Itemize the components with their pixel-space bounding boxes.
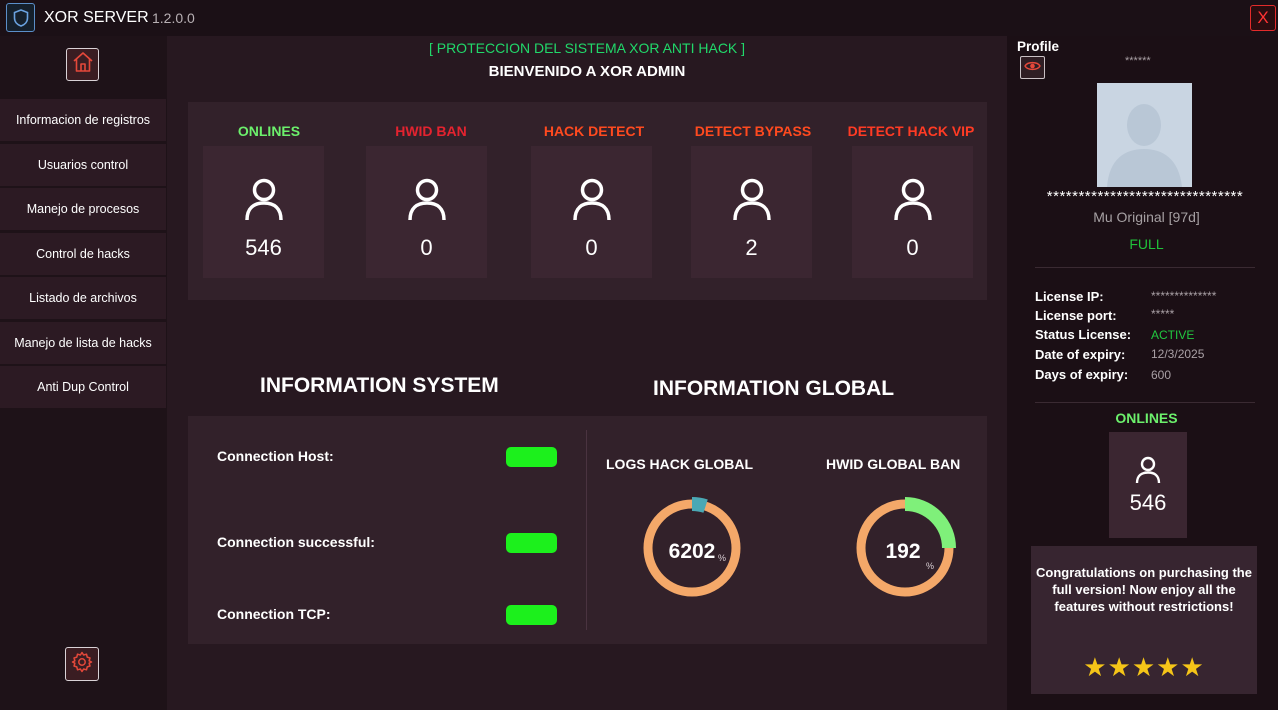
days-of-expiry-value: 600 bbox=[1151, 368, 1172, 382]
divider bbox=[1035, 402, 1255, 403]
main-panel: [ PROTECCION DEL SISTEMA XOR ANTI HACK ]… bbox=[167, 36, 1007, 710]
connection-successful-indicator bbox=[506, 533, 557, 553]
info-panel: Connection Host: Connection successful: … bbox=[188, 416, 987, 644]
sidebar-item-listado-de-archivos[interactable]: Listado de archivos bbox=[0, 277, 166, 319]
page-subtitle: [ PROTECCION DEL SISTEMA XOR ANTI HACK ] bbox=[428, 40, 746, 56]
user-icon bbox=[733, 178, 771, 221]
user-icon bbox=[894, 178, 932, 221]
stat-card-detect-hack-vip: 0 bbox=[852, 146, 973, 278]
sidebar-item-usuarios-control[interactable]: Usuarios control bbox=[0, 144, 166, 186]
masked-username: ****** bbox=[1125, 55, 1151, 67]
days-of-expiry-label: Days of expiry: bbox=[1035, 367, 1129, 382]
title-bar: XOR SERVER 1.2.0.0 X bbox=[0, 0, 1278, 36]
home-button[interactable] bbox=[66, 48, 99, 81]
connection-tcp-indicator bbox=[506, 605, 557, 625]
stat-label-detect-hack-vip: DETECT HACK VIP bbox=[847, 123, 975, 139]
stat-card-detect-bypass: 2 bbox=[691, 146, 812, 278]
onlines-title: ONLINES bbox=[1115, 410, 1178, 426]
connection-host-indicator bbox=[506, 447, 557, 467]
stat-value-onlines: 546 bbox=[245, 235, 282, 260]
status-license-value: ACTIVE bbox=[1151, 328, 1195, 342]
license-ip-label: License IP: bbox=[1035, 289, 1104, 304]
sidebar-item-control-de-hacks[interactable]: Control de hacks bbox=[0, 233, 166, 275]
close-button[interactable]: X bbox=[1250, 5, 1276, 31]
stat-value-detect-hack-vip: 0 bbox=[906, 235, 919, 260]
page-title: BIENVENIDO A XOR ADMIN bbox=[488, 63, 686, 80]
status-license-label: Status License: bbox=[1035, 327, 1132, 342]
user-icon bbox=[245, 178, 283, 221]
user-silhouette-icon bbox=[1097, 83, 1192, 187]
user-icon bbox=[1135, 456, 1161, 484]
divider bbox=[1035, 267, 1255, 268]
app-title: XOR SERVER bbox=[44, 9, 149, 26]
stat-label-hwid-ban: HWID BAN bbox=[395, 123, 467, 139]
sidebar-item-anti-dup-control[interactable]: Anti Dup Control bbox=[0, 366, 166, 408]
user-icon bbox=[408, 178, 446, 221]
plan-badge: FULL bbox=[1129, 236, 1164, 252]
stats-panel: ONLINES 546 HWID BAN 0 HACK DETECT 0 DET… bbox=[188, 102, 987, 300]
stat-card-hwid-ban: 0 bbox=[366, 146, 487, 278]
settings-button[interactable] bbox=[65, 647, 99, 681]
gauge-label-logs-hack-global: LOGS HACK GLOBAL bbox=[606, 456, 753, 472]
date-of-expiry-label: Date of expiry: bbox=[1035, 347, 1126, 362]
stat-value-hwid-ban: 0 bbox=[420, 235, 433, 260]
gauge-value-logs-hack-global: 6202 bbox=[668, 540, 716, 563]
masked-license-key: ******************************* bbox=[1046, 188, 1244, 205]
connection-tcp-label: Connection TCP: bbox=[217, 606, 331, 622]
gauge-value-hwid-global-ban: 192 bbox=[885, 540, 921, 563]
toggle-visibility-button[interactable] bbox=[1020, 56, 1045, 79]
info-system-title: INFORMATION SYSTEM bbox=[260, 374, 499, 397]
profile-heading: Profile bbox=[1017, 39, 1060, 54]
gauge-unit-logs-hack-global: % bbox=[718, 553, 727, 563]
gauge-unit-hwid-global-ban: % bbox=[926, 561, 935, 571]
date-of-expiry-value: 12/3/2025 bbox=[1151, 347, 1205, 361]
app-version: 1.2.0.0 bbox=[152, 10, 195, 26]
stat-label-hack-detect: HACK DETECT bbox=[543, 123, 645, 139]
user-icon bbox=[573, 178, 611, 221]
info-global-title: INFORMATION GLOBAL bbox=[653, 377, 895, 400]
profile-panel: Profile ****** *************************… bbox=[1007, 36, 1278, 710]
license-ip-value: ************** bbox=[1151, 289, 1217, 303]
eye-icon bbox=[1024, 59, 1041, 77]
onlines-value: 546 bbox=[1129, 490, 1167, 515]
gauge-label-hwid-global-ban: HWID GLOBAL BAN bbox=[826, 456, 961, 472]
license-port-value: ***** bbox=[1151, 307, 1175, 321]
gear-icon bbox=[70, 650, 94, 679]
connection-host-label: Connection Host: bbox=[217, 448, 334, 464]
sidebar-item-informacion-de-registros[interactable]: Informacion de registros bbox=[0, 99, 166, 141]
stat-label-onlines: ONLINES bbox=[237, 123, 301, 139]
gauge-fill bbox=[691, 497, 708, 513]
congrats-message: Congratulations on purchasing the full v… bbox=[1036, 565, 1252, 614]
connection-successful-label: Connection successful: bbox=[217, 534, 375, 550]
sidebar: Informacion de registros Usuarios contro… bbox=[0, 36, 167, 710]
home-icon bbox=[71, 50, 95, 79]
star-rating: ★★★★★ bbox=[1083, 652, 1205, 682]
sidebar-item-manejo-de-lista-de-hacks[interactable]: Manejo de lista de hacks bbox=[0, 322, 166, 364]
shield-icon bbox=[6, 3, 35, 32]
panel-divider bbox=[586, 430, 587, 630]
stat-card-hack-detect: 0 bbox=[531, 146, 652, 278]
stat-value-hack-detect: 0 bbox=[585, 235, 598, 260]
stat-label-detect-bypass: DETECT BYPASS bbox=[694, 123, 812, 139]
stat-value-detect-bypass: 2 bbox=[745, 235, 758, 260]
stat-card-onlines: 546 bbox=[203, 146, 324, 278]
server-name: Mu Original [97d] bbox=[1093, 209, 1200, 225]
onlines-card: 546 bbox=[1109, 432, 1187, 538]
congrats-card: Congratulations on purchasing the full v… bbox=[1031, 546, 1257, 694]
sidebar-item-manejo-de-procesos[interactable]: Manejo de procesos bbox=[0, 188, 166, 230]
avatar bbox=[1097, 83, 1192, 187]
license-port-label: License port: bbox=[1035, 308, 1117, 323]
